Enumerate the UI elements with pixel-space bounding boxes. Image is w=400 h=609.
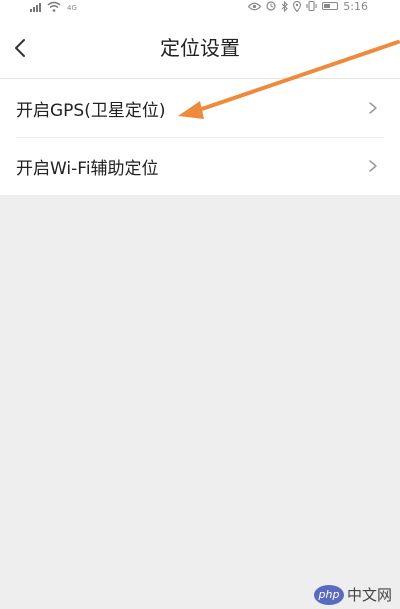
status-right: 5:16 xyxy=(248,0,368,13)
status-left: 4G xyxy=(30,0,77,12)
gps-setting-item[interactable]: 开启GPS(卫星定位) xyxy=(0,79,400,137)
status-time: 5:16 xyxy=(343,0,368,13)
location-icon xyxy=(293,0,302,12)
settings-list: 开启GPS(卫星定位) 开启Wi-Fi辅助定位 xyxy=(0,79,400,195)
navigation-bar: 定位设置 xyxy=(0,18,400,79)
watermark-badge: php xyxy=(313,584,344,605)
chevron-right-icon xyxy=(369,160,377,172)
alarm-icon xyxy=(266,1,276,11)
page-title: 定位设置 xyxy=(160,36,240,60)
gps-setting-label: 开启GPS(卫星定位) xyxy=(16,100,166,121)
eye-icon xyxy=(248,2,262,10)
battery-icon xyxy=(322,2,339,10)
bluetooth-icon xyxy=(281,0,289,12)
watermark-text: 中文网 xyxy=(346,586,392,604)
status-bar: 4G 5:16 xyxy=(0,0,400,18)
watermark-logo: php 中文网 xyxy=(313,584,392,605)
wifi-assist-setting-item[interactable]: 开启Wi-Fi辅助定位 xyxy=(0,137,400,195)
chevron-right-icon xyxy=(369,102,377,114)
vibrate-icon xyxy=(306,1,317,11)
signal-icon xyxy=(30,3,41,12)
wifi-assist-setting-label: 开启Wi-Fi辅助定位 xyxy=(16,158,159,179)
wifi-icon xyxy=(47,1,61,12)
network-type-label: 4G xyxy=(67,4,77,12)
